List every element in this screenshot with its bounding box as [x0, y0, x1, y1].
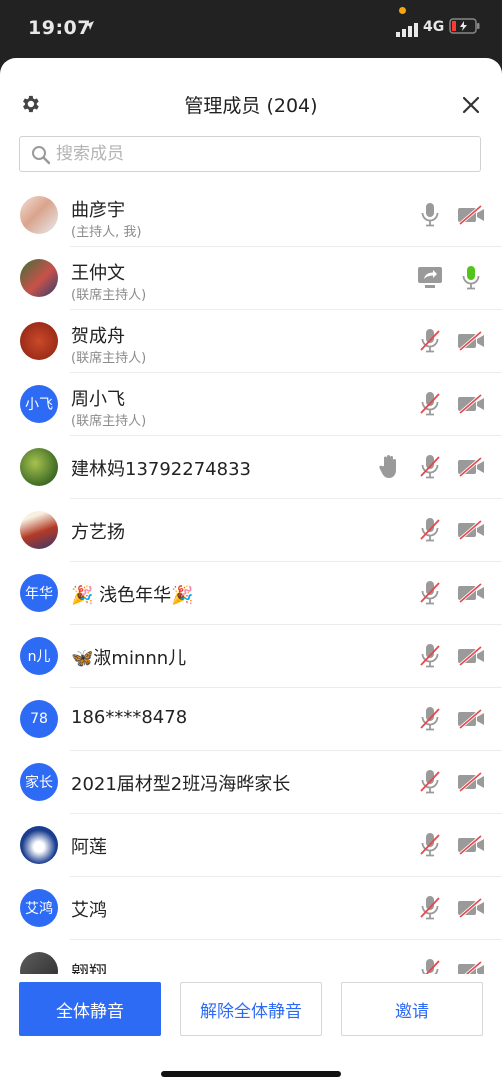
camera-off-icon[interactable] — [454, 324, 488, 358]
participant-row[interactable]: 年华 🎉 浅色年华🎉 — [0, 562, 502, 625]
participant-role: (联席主持人) — [71, 288, 147, 303]
camera-off-icon[interactable] — [454, 576, 488, 610]
search-box — [19, 136, 481, 172]
participant-row[interactable]: 王仲文 (联席主持人) — [0, 247, 502, 310]
microphone-muted-icon[interactable] — [413, 639, 447, 673]
camera-off-icon[interactable] — [454, 513, 488, 547]
participant-role: (联席主持人) — [71, 414, 147, 429]
location-arrow-icon — [85, 21, 94, 30]
camera-off-icon[interactable] — [454, 639, 488, 673]
camera-off-icon[interactable] — [454, 450, 488, 484]
bottom-toolbar: 全体静音 解除全体静音 邀请 — [0, 974, 502, 1087]
participant-row[interactable]: 贺成舟 (联席主持人) — [0, 310, 502, 373]
participant-row[interactable]: 78 186****8478 — [0, 688, 502, 751]
avatar — [20, 952, 58, 974]
participant-row[interactable]: 家长 2021届材型2班冯海晔家长 — [0, 751, 502, 814]
avatar: 年华 — [20, 574, 58, 612]
participant-role: (联席主持人) — [71, 351, 147, 366]
participant-row[interactable]: n儿 🦋淑minnn儿 — [0, 625, 502, 688]
participant-name: 艾鸿 — [71, 900, 107, 921]
recording-indicator — [399, 7, 406, 14]
screen-share-icon[interactable] — [413, 261, 447, 295]
camera-off-icon[interactable] — [454, 387, 488, 421]
status-time: 19:07 — [28, 17, 91, 39]
avatar: 78 — [20, 700, 58, 738]
invite-button[interactable]: 邀请 — [341, 982, 483, 1036]
avatar — [20, 511, 58, 549]
page-title: 管理成员 (204) — [184, 95, 318, 117]
participant-name: 周小飞 — [71, 389, 125, 410]
participant-row[interactable]: 方艺扬 — [0, 499, 502, 562]
participant-name: 阿莲 — [71, 837, 107, 858]
participant-name: 翱翔 — [71, 963, 107, 974]
status-bar: 19:07 4G — [0, 0, 502, 58]
camera-off-icon[interactable] — [454, 198, 488, 232]
unmute-all-button[interactable]: 解除全体静音 — [180, 982, 322, 1036]
participant-row[interactable]: 艾鸿 艾鸿 — [0, 877, 502, 940]
participant-name: 方艺扬 — [71, 522, 125, 543]
avatar: 家长 — [20, 763, 58, 801]
home-indicator — [161, 1071, 341, 1077]
avatar — [20, 259, 58, 297]
participant-name: 2021届材型2班冯海晔家长 — [71, 774, 291, 795]
avatar: n儿 — [20, 637, 58, 675]
participant-row[interactable]: 阿莲 — [0, 814, 502, 877]
participant-name: 🦋淑minnn儿 — [71, 648, 187, 669]
microphone-muted-icon[interactable] — [413, 828, 447, 862]
participant-name: 贺成舟 — [71, 326, 125, 347]
participant-row[interactable]: 建林妈13792274833 — [0, 436, 502, 499]
participant-list: 曲彦宇 (主持人, 我) 王仲文 (联席主持人) 贺成舟 (联席主持人) 小飞 周小飞 (联席主… — [0, 184, 502, 974]
microphone-muted-icon[interactable] — [413, 387, 447, 421]
participant-name: 曲彦宇 — [71, 200, 125, 221]
microphone-muted-icon[interactable] — [413, 576, 447, 610]
participant-role: (主持人, 我) — [71, 225, 142, 240]
avatar — [20, 322, 58, 360]
microphone-muted-icon[interactable] — [413, 513, 447, 547]
camera-off-icon[interactable] — [454, 891, 488, 925]
raise-hand-icon[interactable] — [372, 450, 406, 484]
search-input[interactable] — [56, 137, 456, 171]
microphone-on-icon[interactable] — [413, 198, 447, 232]
participant-name: 186****8478 — [71, 707, 188, 728]
avatar — [20, 196, 58, 234]
avatar — [20, 826, 58, 864]
microphone-muted-icon[interactable] — [413, 450, 447, 484]
avatar — [20, 448, 58, 486]
microphone-muted-icon[interactable] — [413, 702, 447, 736]
camera-off-icon[interactable] — [454, 954, 488, 974]
participant-name: 建林妈13792274833 — [71, 459, 251, 480]
camera-off-icon[interactable] — [454, 765, 488, 799]
participant-name: 🎉 浅色年华🎉 — [71, 585, 194, 606]
microphone-muted-icon[interactable] — [413, 324, 447, 358]
avatar: 小飞 — [20, 385, 58, 423]
participant-name: 王仲文 — [71, 263, 125, 284]
mute-all-button[interactable]: 全体静音 — [19, 982, 161, 1036]
participant-row[interactable]: 曲彦宇 (主持人, 我) — [0, 184, 502, 247]
battery-icon — [449, 18, 480, 34]
microphone-muted-icon[interactable] — [413, 954, 447, 974]
avatar: 艾鸿 — [20, 889, 58, 927]
camera-off-icon[interactable] — [454, 828, 488, 862]
network-type: 4G — [423, 19, 445, 35]
participant-row[interactable]: 翱翔 — [0, 940, 502, 974]
camera-off-icon[interactable] — [454, 702, 488, 736]
close-icon[interactable] — [461, 95, 481, 115]
signal-bars-icon — [396, 23, 418, 37]
microphone-on-icon[interactable] — [454, 261, 488, 295]
microphone-muted-icon[interactable] — [413, 891, 447, 925]
participant-row[interactable]: 小飞 周小飞 (联席主持人) — [0, 373, 502, 436]
microphone-muted-icon[interactable] — [413, 765, 447, 799]
manage-members-sheet: 管理成员 (204) 曲彦宇 (主持人, 我) 王仲文 (联席主持人) 贺成舟 (联席主持… — [0, 58, 502, 1087]
search-icon — [32, 146, 51, 165]
